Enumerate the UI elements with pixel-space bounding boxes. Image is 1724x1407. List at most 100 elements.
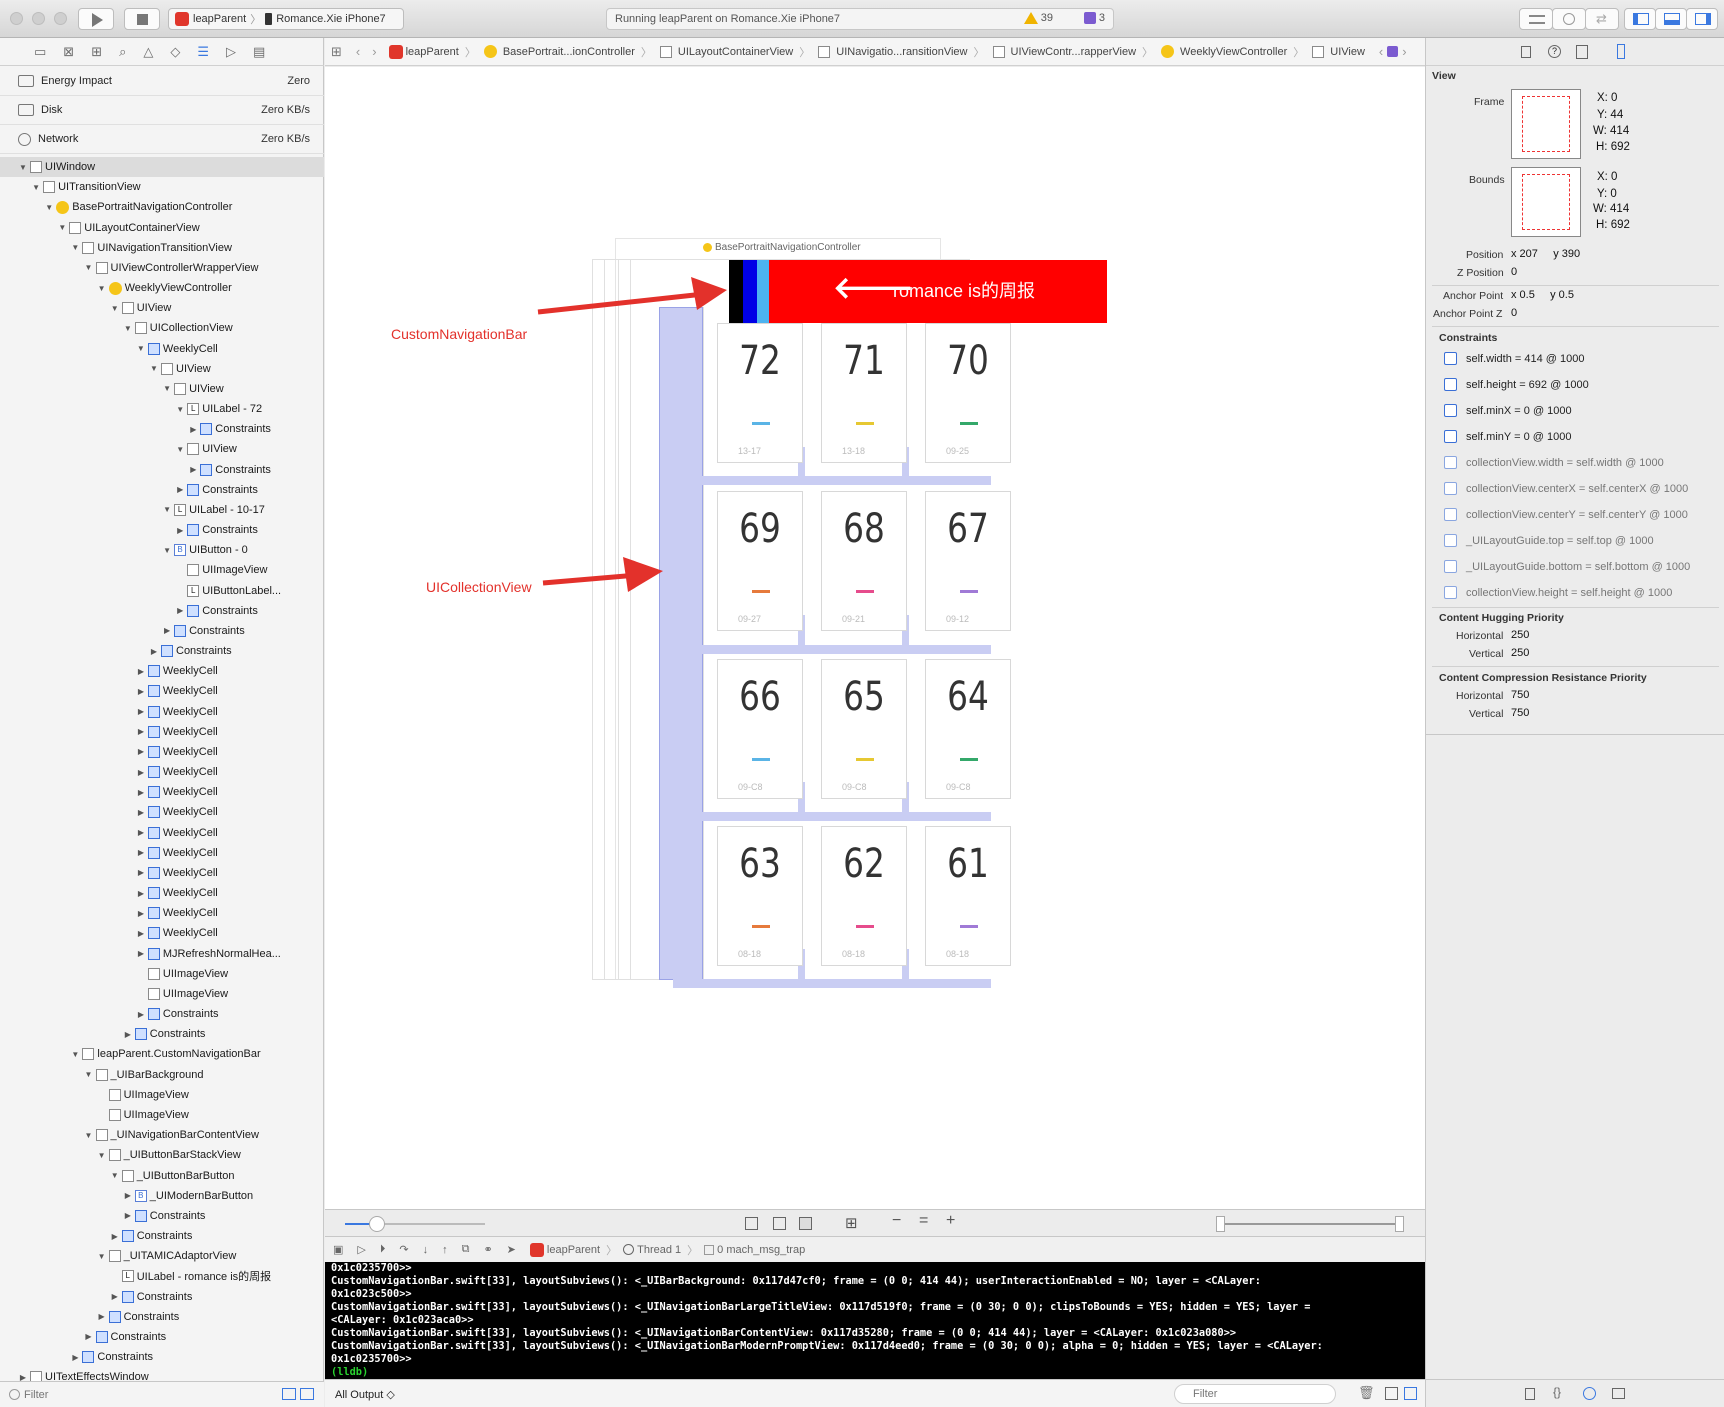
disclosure-closed-icon[interactable]: ▶: [136, 707, 146, 716]
constraint-item[interactable]: collectionView.centerY = self.centerY @ …: [1444, 508, 1688, 521]
debug-console[interactable]: 0x1c0235700>> CustomNavigationBar.swift[3…: [325, 1262, 1425, 1379]
hierarchy-row[interactable]: ▶ WeeklyCell: [0, 823, 324, 843]
hierarchy-row[interactable]: ▶ WeeklyCell: [0, 661, 324, 681]
zoom-reset-icon[interactable]: =: [919, 1212, 928, 1230]
jumpbar-item[interactable]: UIViewContr...rapperView: [991, 45, 1136, 58]
frame-selector[interactable]: 0 mach_msg_trap: [704, 1244, 805, 1256]
disclosure-open-icon[interactable]: ▼: [84, 1070, 94, 1079]
hierarchy-row[interactable]: ▶ WeeklyCell: [0, 802, 324, 822]
hierarchy-row[interactable]: ▶ WeeklyCell: [0, 742, 324, 762]
show-constraints-icon[interactable]: [773, 1217, 786, 1230]
disclosure-closed-icon[interactable]: ▶: [175, 485, 185, 494]
media-library-icon[interactable]: [1612, 1388, 1625, 1399]
memory-graph-icon[interactable]: ⚭: [483, 1243, 492, 1256]
disclosure-closed-icon[interactable]: ▶: [123, 1030, 133, 1039]
object-library-icon[interactable]: [1583, 1387, 1596, 1400]
gauge-disk[interactable]: Disk Zero KB/s: [0, 96, 324, 125]
file-inspector-icon[interactable]: [1521, 46, 1531, 58]
disclosure-open-icon[interactable]: ▼: [97, 1151, 107, 1160]
hierarchy-row[interactable]: L UIButtonLabel...: [0, 581, 324, 601]
disclosure-open-icon[interactable]: ▼: [110, 1171, 120, 1180]
constraint-item[interactable]: collectionView.height = self.height @ 10…: [1444, 586, 1672, 599]
disclosure-open-icon[interactable]: ▼: [97, 284, 107, 293]
forward-icon[interactable]: ›: [372, 44, 376, 59]
disclosure-closed-icon[interactable]: ▶: [136, 808, 146, 817]
location-icon[interactable]: ➤: [507, 1243, 516, 1256]
hierarchy-row[interactable]: ▼ UITransitionView: [0, 177, 324, 197]
breakpoint-icon[interactable]: ▷: [226, 44, 236, 60]
toggle-inspector-button[interactable]: [1686, 8, 1718, 30]
hierarchy-row[interactable]: ▶ WeeklyCell: [0, 722, 324, 742]
disclosure-open-icon[interactable]: ▼: [18, 163, 28, 172]
hierarchy-row[interactable]: ▼ L UILabel - 10-17: [0, 500, 324, 520]
disclosure-closed-icon[interactable]: ▶: [136, 747, 146, 756]
disclosure-closed-icon[interactable]: ▶: [136, 687, 146, 696]
disclosure-closed-icon[interactable]: ▶: [123, 1211, 133, 1220]
hugging-vertical-value[interactable]: 250: [1511, 647, 1529, 659]
stop-button[interactable]: [124, 8, 160, 30]
disclosure-closed-icon[interactable]: ▶: [136, 768, 146, 777]
minimize-window-button[interactable]: [32, 12, 45, 25]
hierarchy-row[interactable]: ▶ MJRefreshNormalHea...: [0, 944, 324, 964]
disclosure-closed-icon[interactable]: ▶: [97, 1312, 107, 1321]
disclosure-open-icon[interactable]: ▼: [84, 1131, 94, 1140]
hierarchy-row[interactable]: ▶ Constraints: [0, 520, 324, 540]
jumpbar-item[interactable]: WeeklyViewController: [1159, 45, 1287, 58]
hierarchy-row[interactable]: ▼ _UINavigationBarContentView: [0, 1125, 324, 1145]
zoom-out-icon[interactable]: −: [892, 1212, 901, 1230]
range-start-handle[interactable]: [1216, 1216, 1225, 1232]
disclosure-open-icon[interactable]: ▼: [57, 223, 67, 232]
constraint-item[interactable]: self.minY = 0 @ 1000: [1444, 430, 1571, 443]
disclosure-closed-icon[interactable]: ▶: [175, 606, 185, 615]
hierarchy-row[interactable]: ▼ BasePortraitNavigationController: [0, 197, 324, 217]
disclosure-closed-icon[interactable]: ▶: [123, 1191, 133, 1200]
hierarchy-row[interactable]: ▼ _UIBarBackground: [0, 1065, 324, 1085]
disclosure-closed-icon[interactable]: ▶: [188, 465, 198, 474]
close-window-button[interactable]: [10, 12, 23, 25]
disclosure-open-icon[interactable]: ▼: [123, 324, 133, 333]
continue-icon[interactable]: ⏵: [380, 1243, 386, 1256]
issue-navigator-icon[interactable]: △: [143, 44, 153, 60]
constraint-item[interactable]: self.minX = 0 @ 1000: [1444, 404, 1572, 417]
hierarchy-row[interactable]: ▼ UIView: [0, 439, 324, 459]
disclosure-closed-icon[interactable]: ▶: [175, 526, 185, 535]
disclosure-open-icon[interactable]: ▼: [97, 1252, 107, 1261]
hierarchy-row[interactable]: ▼ _UIButtonBarButton: [0, 1166, 324, 1186]
constraint-item[interactable]: _UILayoutGuide.bottom = self.bottom @ 10…: [1444, 560, 1690, 573]
previous-issue-icon[interactable]: ‹: [1379, 44, 1383, 59]
range-slider[interactable]: [1216, 1216, 1404, 1232]
disclosure-closed-icon[interactable]: ▶: [136, 949, 146, 958]
hierarchy-row[interactable]: UIImageView: [0, 984, 324, 1004]
disclosure-closed-icon[interactable]: ▶: [136, 889, 146, 898]
disclosure-open-icon[interactable]: ▼: [70, 243, 80, 252]
view-debugger-icon[interactable]: ⧉: [462, 1243, 470, 1256]
disclosure-closed-icon[interactable]: ▶: [110, 1292, 120, 1301]
zoom-in-icon[interactable]: +: [946, 1212, 955, 1230]
code-snippet-icon[interactable]: {}: [1553, 1385, 1561, 1399]
hierarchy-row[interactable]: ▼ leapParent.CustomNavigationBar: [0, 1044, 324, 1064]
constraint-item[interactable]: self.height = 692 @ 1000: [1444, 378, 1589, 391]
gauge-energy[interactable]: Energy Impact Zero: [0, 67, 324, 96]
disclosure-closed-icon[interactable]: ▶: [136, 828, 146, 837]
hierarchy-row[interactable]: ▶ B _UIModernBarButton: [0, 1186, 324, 1206]
hierarchy-row[interactable]: ▶ Constraints: [0, 1206, 324, 1226]
filter-options-icon[interactable]: [282, 1388, 296, 1400]
zoom-window-button[interactable]: [54, 12, 67, 25]
back-icon[interactable]: ‹: [356, 44, 360, 59]
hierarchy-row[interactable]: ▼ L UILabel - 72: [0, 399, 324, 419]
disclosure-open-icon[interactable]: ▼: [110, 304, 120, 313]
related-items-icon[interactable]: ⊞: [331, 44, 342, 60]
disclosure-closed-icon[interactable]: ▶: [136, 868, 146, 877]
disclosure-closed-icon[interactable]: ▶: [162, 626, 172, 635]
hierarchy-row[interactable]: ▶ WeeklyCell: [0, 923, 324, 943]
hierarchy-row[interactable]: ▶ Constraints: [0, 601, 324, 621]
next-issue-icon[interactable]: ›: [1402, 44, 1406, 59]
warnings-badge[interactable]: 39: [1023, 12, 1053, 24]
constraint-item[interactable]: collectionView.width = self.width @ 1000: [1444, 456, 1664, 469]
scheme-selector[interactable]: leapParent 〉 Romance.Xie iPhone7: [168, 8, 404, 30]
disclosure-open-icon[interactable]: ▼: [162, 505, 172, 514]
standard-editor-button[interactable]: [1519, 8, 1553, 30]
hierarchy-row[interactable]: ▶ Constraints: [0, 460, 324, 480]
jumpbar-item[interactable]: UIView: [1310, 45, 1365, 58]
hierarchy-row[interactable]: ▶ Constraints: [0, 1024, 324, 1044]
